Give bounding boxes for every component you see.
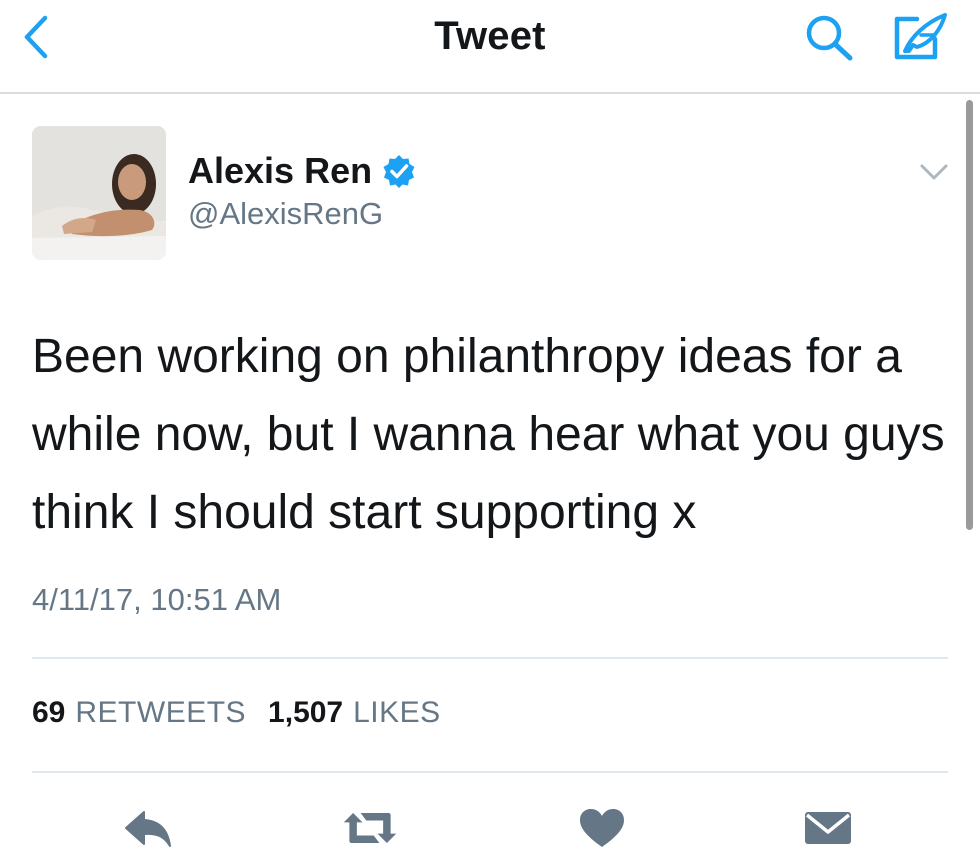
tweet-stats: 69 RETWEETS 1,507 LIKES xyxy=(32,696,463,730)
tweet-timestamp: 4/11/17, 10:51 AM xyxy=(32,582,282,617)
retweet-button[interactable] xyxy=(340,800,400,856)
author-name[interactable]: Alexis Ren xyxy=(188,150,416,192)
author-name-text: Alexis Ren xyxy=(188,150,373,191)
reply-button[interactable] xyxy=(118,800,178,856)
scrollbar[interactable] xyxy=(966,100,973,530)
heart-icon xyxy=(580,809,624,847)
tweet-text: Been working on philanthropy ideas for a… xyxy=(32,330,945,539)
search-icon xyxy=(806,15,853,61)
like-button[interactable] xyxy=(572,800,632,856)
envelope-icon xyxy=(805,812,851,844)
tweet-options-button[interactable] xyxy=(912,150,956,194)
retweet-count[interactable]: 69 xyxy=(32,696,65,730)
navigation-bar: Tweet xyxy=(0,0,980,94)
retweet-icon xyxy=(343,813,397,843)
like-label[interactable]: LIKES xyxy=(353,696,441,730)
divider xyxy=(32,657,948,659)
avatar-photo xyxy=(32,126,166,260)
like-count[interactable]: 1,507 xyxy=(268,696,343,730)
compose-icon xyxy=(894,13,947,60)
avatar[interactable] xyxy=(32,126,166,260)
message-button[interactable] xyxy=(798,800,858,856)
compose-button[interactable] xyxy=(890,10,950,64)
divider xyxy=(32,771,948,773)
reply-icon xyxy=(125,811,171,847)
verified-badge-icon xyxy=(382,154,416,188)
chevron-down-icon xyxy=(920,164,948,180)
author-handle[interactable]: @AlexisRenG xyxy=(188,196,383,232)
tweet-detail-screen: Tweet Alexis Ren @AlexisRenG Been workin… xyxy=(0,0,980,868)
search-button[interactable] xyxy=(800,12,858,62)
retweet-label[interactable]: RETWEETS xyxy=(75,696,246,730)
